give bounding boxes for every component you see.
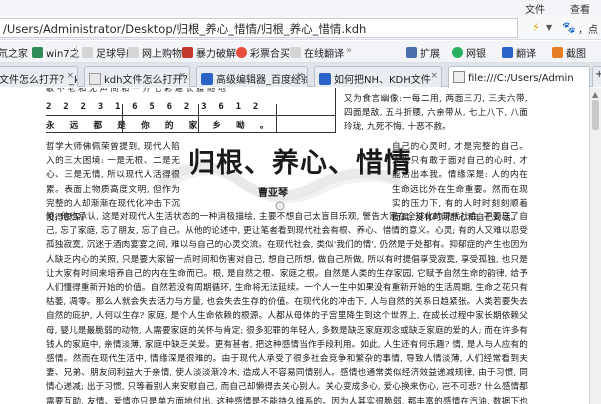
bookmarks-bar: 氘之家 win7之 足球导航 网上购物 暴力破解 彩票合买 在线翻译 » 扩展 … <box>0 41 601 63</box>
search-engine-icon[interactable]: 🐾 <box>562 21 576 34</box>
tab-item[interactable]: kdh文件怎么打开？kc× <box>84 66 190 87</box>
scroll-up-icon[interactable]: ▲ <box>592 90 598 99</box>
more-bookmarks-icon[interactable]: » <box>346 45 352 56</box>
bookmark-item[interactable]: 在线翻译 <box>290 45 344 60</box>
menu-view[interactable]: 查看 <box>570 1 590 16</box>
sheet-row-1: 2 2 2 3 1 6 5 6 2 3 6 1 2 <box>46 102 262 112</box>
bookmark-item[interactable]: 彩票合买 <box>236 45 290 60</box>
close-icon[interactable]: × <box>430 71 438 81</box>
menu-bar: 文件 查看 <box>0 0 601 16</box>
sheet-rule <box>46 132 336 133</box>
tab-item[interactable]: 高级编辑器_百度经验 × <box>196 66 308 87</box>
sheet-bar <box>276 104 277 132</box>
bookmark-item[interactable]: win7之 <box>32 45 80 60</box>
close-icon[interactable]: × <box>66 71 74 81</box>
doc-top-line: 歌 不 老 和 无 声 间 和 一 开 七 彩 遍 长 腰 随 地 <box>46 88 226 93</box>
dropdown-icon[interactable]: ▼ <box>546 23 552 32</box>
sheet-rule <box>46 115 336 116</box>
body-paragraph: 鲍, 他也承认, 这是对现代人生活状态的一种消极描绘, 主要不想自己太盲目乐观,… <box>46 212 528 404</box>
extensions-button[interactable]: 扩展 <box>406 45 440 60</box>
author-name: 曹亚琴 <box>258 188 288 199</box>
screenshot-button[interactable]: 截图 <box>552 45 586 60</box>
new-tab-button[interactable]: + <box>592 66 601 87</box>
vertical-scrollbar[interactable]: ▲ <box>589 88 601 404</box>
address-input[interactable]: /Users/Administrator/Desktop/归根_养心_惜情/归根… <box>0 18 518 38</box>
lightning-icon[interactable]: ⚡ <box>532 21 540 34</box>
column-divider <box>335 88 336 132</box>
close-icon[interactable]: × <box>178 71 186 81</box>
translate-button[interactable]: 翻译 <box>502 45 536 60</box>
bookmark-item[interactable]: 网上购物 <box>128 45 182 60</box>
search-box-text[interactable]: ，点 <box>578 21 598 36</box>
tab-item[interactable]: 文件怎么打开？_k × <box>0 66 78 87</box>
sheet-bar <box>198 104 199 132</box>
tab-item[interactable]: 如何把NH、KDH文件 × <box>314 66 442 87</box>
netbank-button[interactable]: 网银 <box>452 45 486 60</box>
address-text: /Users/Administrator/Desktop/归根_养心_惜情/归根… <box>3 22 367 36</box>
address-bar: /Users/Administrator/Desktop/归根_养心_惜情/归根… <box>0 16 601 40</box>
document-view: 歌 不 老 和 无 声 间 和 一 开 七 彩 遍 长 腰 随 地 2 2 2 … <box>0 88 589 404</box>
page-title: 归根、养心、惜情 <box>188 148 412 179</box>
right-top-paragraph: 又为食言幽像:一每二用, 两面三刀, 三夫六带, 四面是敌, 五斗折腰, 六亲带… <box>344 94 528 133</box>
bookmark-item[interactable]: 氘之家 <box>0 45 28 60</box>
tab-item-active[interactable]: file:///C:/Users/Admin <box>448 66 590 88</box>
bookmark-separator <box>76 45 77 59</box>
close-icon[interactable]: × <box>296 71 304 81</box>
sheet-row-2: 永 远 都 是 你 的 家 乡 呦 。 <box>46 121 274 131</box>
menu-file[interactable]: 文件 <box>525 1 545 16</box>
tab-bar: 文件怎么打开？_k× kdh文件怎么打开？kc× 高级编辑器_百度经验× 如何把… <box>0 63 601 88</box>
bookmark-item[interactable]: 暴力破解 <box>182 45 236 60</box>
scroll-thumb[interactable] <box>592 100 599 130</box>
sheet-bar <box>122 104 123 132</box>
